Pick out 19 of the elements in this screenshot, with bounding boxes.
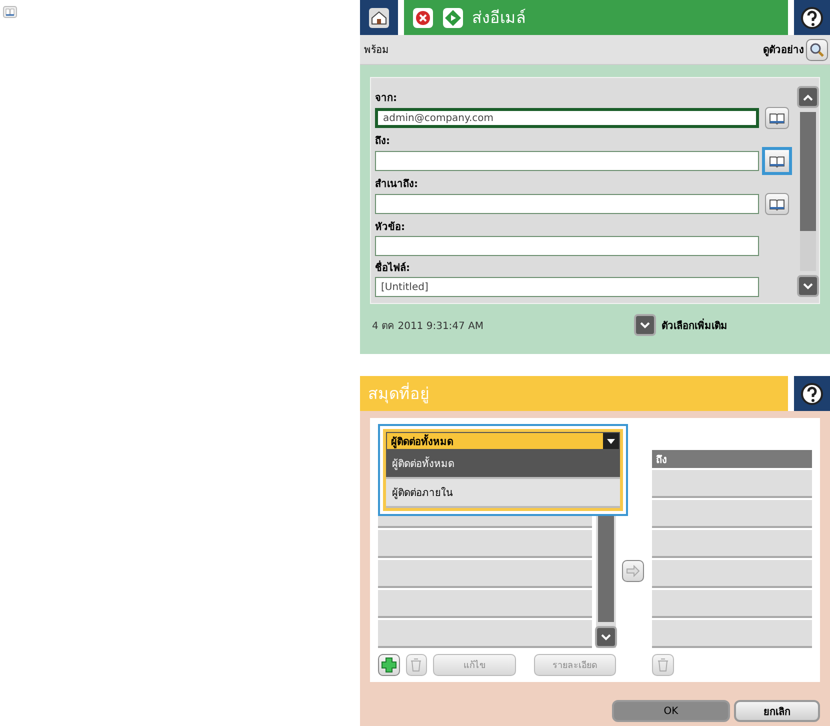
- ok-button[interactable]: OK: [612, 700, 730, 722]
- recipients-header: ถึง: [652, 450, 812, 468]
- input-field[interactable]: [Untitled]: [375, 277, 759, 297]
- preview-label: ดูตัวอย่าง: [763, 44, 804, 57]
- field-label: หัวข้อ:: [375, 220, 406, 234]
- status-text: พร้อม: [364, 44, 389, 57]
- cancel-button[interactable]: ยกเลิก: [734, 700, 820, 722]
- dropdown-option[interactable]: ผู้ติดต่อทั้งหมด: [386, 450, 620, 479]
- field-label: สำเนาถึง:: [375, 178, 419, 191]
- datetime-text: 4 ตค 2011 9:31:47 AM: [372, 320, 484, 332]
- screen-title: สมุดที่อยู่: [368, 382, 429, 406]
- field-label: ถึง:: [375, 134, 391, 148]
- dropdown-option[interactable]: ผู้ติดต่อภายใน: [386, 479, 620, 508]
- input-field[interactable]: admin@company.com: [375, 108, 759, 128]
- more-options-label: ตัวเลือกเพิ่มเติม: [662, 318, 728, 332]
- screen-title: ส่งอีเมล์: [472, 7, 526, 29]
- field-label: จาก:: [375, 92, 398, 105]
- contact-filter-select[interactable]: ผู้ติดต่อทั้งหมด: [386, 432, 620, 450]
- field-label: ชื่อไฟล์:: [375, 260, 789, 275]
